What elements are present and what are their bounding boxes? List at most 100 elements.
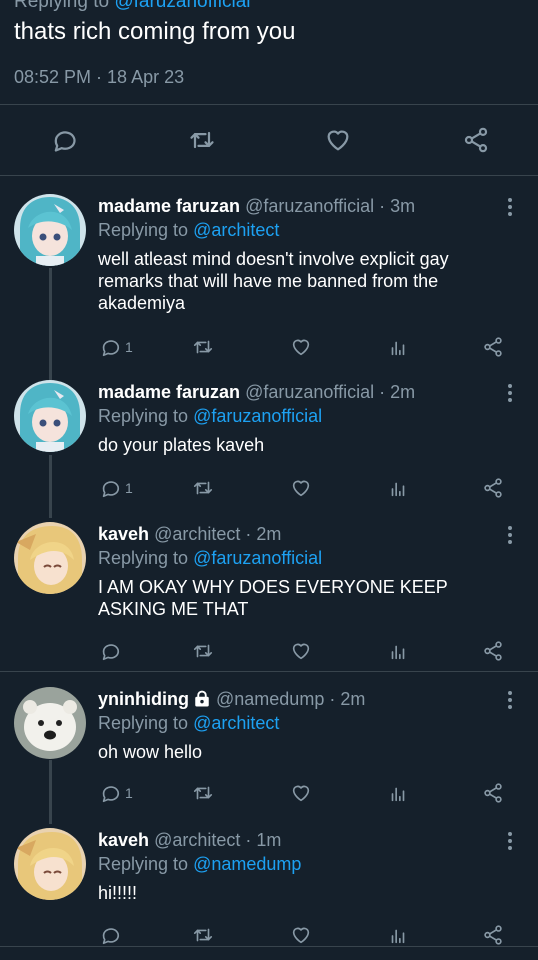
share-button[interactable] [456, 120, 496, 160]
mention-link[interactable]: @faruzanofficial [114, 0, 250, 12]
avatar[interactable] [14, 828, 86, 900]
share-button[interactable] [482, 638, 504, 664]
avatar[interactable] [14, 380, 86, 452]
mention-link[interactable]: @namedump [193, 854, 301, 874]
tweet-actions: 1 [0, 780, 538, 806]
heart-icon [292, 339, 310, 356]
retweet-button[interactable] [192, 638, 214, 664]
reply-count: 1 [125, 785, 133, 801]
display-name[interactable]: madame faruzan [98, 196, 240, 216]
reply-text: I AM OKAY WHY DOES EVERYONE KEEP ASKING … [98, 577, 448, 619]
user-handle[interactable]: @namedump [216, 689, 324, 709]
retweet-button[interactable] [192, 922, 214, 948]
reply-button[interactable]: 1 [99, 475, 133, 501]
display-name[interactable]: kaveh [98, 830, 149, 850]
share-icon [464, 127, 488, 153]
analytics-icon [391, 929, 405, 944]
main-tweet-text: thats rich coming from you [14, 18, 296, 45]
share-icon [484, 337, 502, 357]
faruzan-avatar-image [14, 194, 86, 266]
lock-icon [195, 690, 209, 707]
more-options-button[interactable] [500, 689, 520, 713]
tweet-actions: 1 [0, 334, 538, 360]
mention-link[interactable]: @architect [193, 713, 279, 733]
mention-link[interactable]: @architect [193, 220, 279, 240]
analytics-button[interactable] [387, 475, 409, 501]
heart-icon [292, 643, 310, 660]
share-button[interactable] [482, 475, 504, 501]
retweet-icon [190, 131, 214, 149]
analytics-button[interactable] [387, 638, 409, 664]
separator-dot: · [379, 382, 386, 402]
heart-icon [292, 927, 310, 944]
like-button[interactable] [290, 780, 312, 806]
share-button[interactable] [482, 780, 504, 806]
analytics-button[interactable] [387, 922, 409, 948]
divider [0, 104, 538, 105]
relative-time: 1m [256, 830, 282, 850]
retweet-button[interactable] [192, 475, 214, 501]
main-tweet-timestamp: 08:52 PM · 18 Apr 23 [14, 67, 185, 87]
like-button[interactable] [290, 475, 312, 501]
analytics-button[interactable] [387, 334, 409, 360]
reply-icon [102, 786, 120, 803]
user-handle[interactable]: @architect [154, 830, 240, 850]
like-button[interactable] [290, 922, 312, 948]
separator-dot: · [379, 196, 386, 216]
reply-button[interactable]: 1 [99, 780, 133, 806]
reply-text: oh wow hello [98, 742, 203, 762]
retweet-button[interactable] [182, 120, 222, 160]
retweet-icon [193, 928, 213, 942]
tweet-actions [0, 638, 538, 664]
like-button[interactable] [290, 334, 312, 360]
share-icon [484, 478, 502, 498]
reply-icon [102, 481, 120, 498]
divider [0, 175, 538, 176]
analytics-icon [391, 645, 405, 660]
share-button[interactable] [482, 334, 504, 360]
retweet-button[interactable] [192, 780, 214, 806]
share-icon [484, 783, 502, 803]
retweet-icon [193, 786, 213, 800]
replying-to-cutoff: Replying to @faruzanofficial [14, 0, 251, 13]
user-handle[interactable]: @architect [154, 524, 240, 544]
reply-count: 1 [125, 339, 133, 355]
relative-time: 2m [256, 524, 282, 544]
separator-dot: · [245, 830, 252, 850]
mention-link[interactable]: @faruzanofficial [193, 548, 322, 568]
like-button[interactable] [290, 638, 312, 664]
share-button[interactable] [482, 922, 504, 948]
display-name[interactable]: yninhiding [98, 689, 189, 709]
share-icon [484, 925, 502, 945]
divider [0, 671, 538, 672]
like-button[interactable] [318, 120, 358, 160]
display-name[interactable]: kaveh [98, 524, 149, 544]
more-options-button[interactable] [500, 830, 520, 854]
reply-count: 1 [125, 480, 133, 496]
avatar[interactable] [14, 522, 86, 594]
relative-time: 2m [390, 382, 416, 402]
avatar[interactable] [14, 194, 86, 266]
main-tweet-actions [0, 120, 538, 160]
user-handle[interactable]: @faruzanofficial [245, 382, 374, 402]
reply-text: hi!!!!! [98, 883, 138, 903]
reply-button[interactable] [99, 638, 125, 664]
mention-link[interactable]: @faruzanofficial [193, 406, 322, 426]
user-handle[interactable]: @faruzanofficial [245, 196, 374, 216]
display-name[interactable]: madame faruzan [98, 382, 240, 402]
more-options-button[interactable] [500, 524, 520, 548]
reply-button[interactable]: 1 [99, 334, 133, 360]
avatar[interactable] [14, 687, 86, 759]
retweet-button[interactable] [192, 334, 214, 360]
reply-button[interactable] [99, 922, 125, 948]
retweet-icon [193, 340, 213, 354]
reply-icon [102, 644, 120, 661]
more-options-button[interactable] [500, 196, 520, 220]
separator-dot: · [329, 689, 336, 709]
more-options-button[interactable] [500, 382, 520, 406]
reply-icon [54, 131, 76, 152]
analytics-button[interactable] [387, 780, 409, 806]
reply-button[interactable] [44, 120, 84, 160]
tweet-actions [0, 922, 538, 948]
thread-line [49, 268, 52, 383]
